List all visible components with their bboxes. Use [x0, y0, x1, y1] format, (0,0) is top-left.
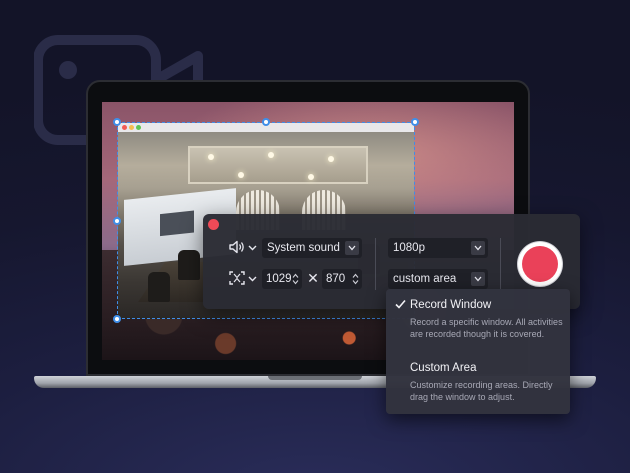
laptop-notch [268, 376, 362, 380]
checkmark-icon [395, 299, 406, 309]
resolution-value: 1080p [393, 242, 425, 254]
chevron-down-icon[interactable] [471, 241, 485, 255]
resize-handle-left[interactable] [113, 217, 121, 225]
resize-handle-top-right[interactable] [411, 118, 419, 126]
area-mode-select[interactable]: custom area [388, 269, 488, 289]
record-icon [522, 246, 558, 282]
resize-handle-top-left[interactable] [113, 118, 121, 126]
audio-source-select[interactable]: System sound [262, 238, 362, 258]
area-mode-value: custom area [393, 273, 457, 285]
stepper-arrows-icon[interactable] [352, 273, 359, 285]
height-value: 870 [326, 273, 346, 285]
width-input[interactable]: 1029 [262, 269, 302, 289]
panel-divider [500, 238, 501, 290]
chevron-down-icon[interactable] [471, 272, 485, 286]
close-dot-icon[interactable] [208, 219, 219, 230]
menu-item-description: Record a specific window. All activities… [410, 317, 563, 339]
chevron-down-icon[interactable] [248, 245, 257, 251]
resize-handle-bottom-left[interactable] [113, 315, 121, 323]
speaker-icon[interactable] [229, 240, 245, 254]
height-input[interactable]: 870 [322, 269, 362, 289]
stepper-arrows-icon[interactable] [292, 273, 299, 285]
resize-handle-top[interactable] [262, 118, 270, 126]
width-value: 1029 [266, 273, 292, 285]
audio-source-value: System sound [267, 242, 340, 254]
region-select-icon[interactable] [229, 271, 245, 285]
dimension-separator: ✕ [307, 270, 319, 286]
menu-item-custom-area[interactable]: Custom Area [410, 362, 476, 374]
chevron-down-icon[interactable] [248, 276, 257, 282]
record-button[interactable] [518, 242, 562, 286]
resolution-select[interactable]: 1080p [388, 238, 488, 258]
panel-divider [375, 238, 376, 290]
chevron-down-icon[interactable] [345, 241, 359, 255]
menu-item-record-window[interactable]: Record Window [410, 299, 491, 311]
menu-item-description: Customize recording areas. Directly drag… [410, 380, 553, 402]
